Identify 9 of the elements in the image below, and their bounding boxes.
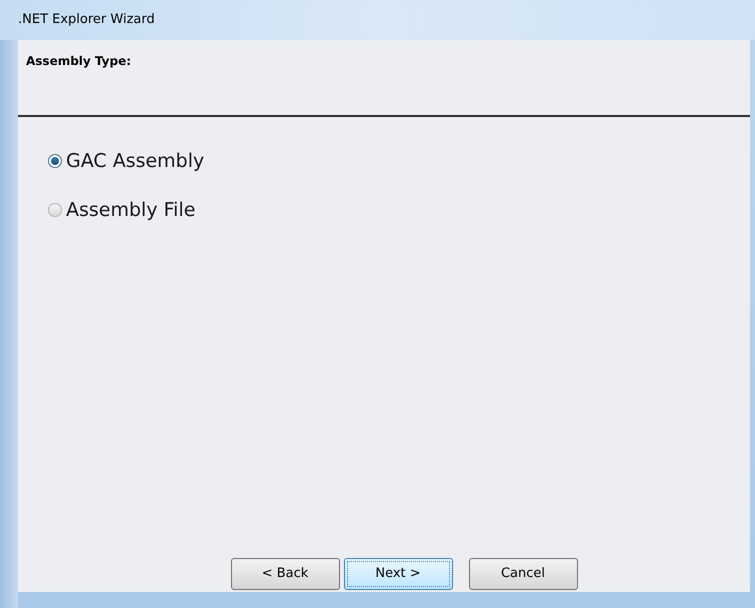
wizard-button[interactable]: Next > (344, 558, 452, 590)
radio-button[interactable] (48, 202, 62, 217)
radio-option[interactable]: GAC Assembly (48, 147, 204, 176)
radio-button[interactable] (48, 154, 62, 168)
wizard-button[interactable]: Cancel (468, 558, 578, 590)
wizard-button[interactable]: < Back (230, 558, 340, 590)
page-heading: Assembly Type: (26, 54, 132, 68)
radio-option[interactable]: Assembly File (48, 196, 196, 224)
window-title: .NET Explorer Wizard (18, 11, 155, 30)
